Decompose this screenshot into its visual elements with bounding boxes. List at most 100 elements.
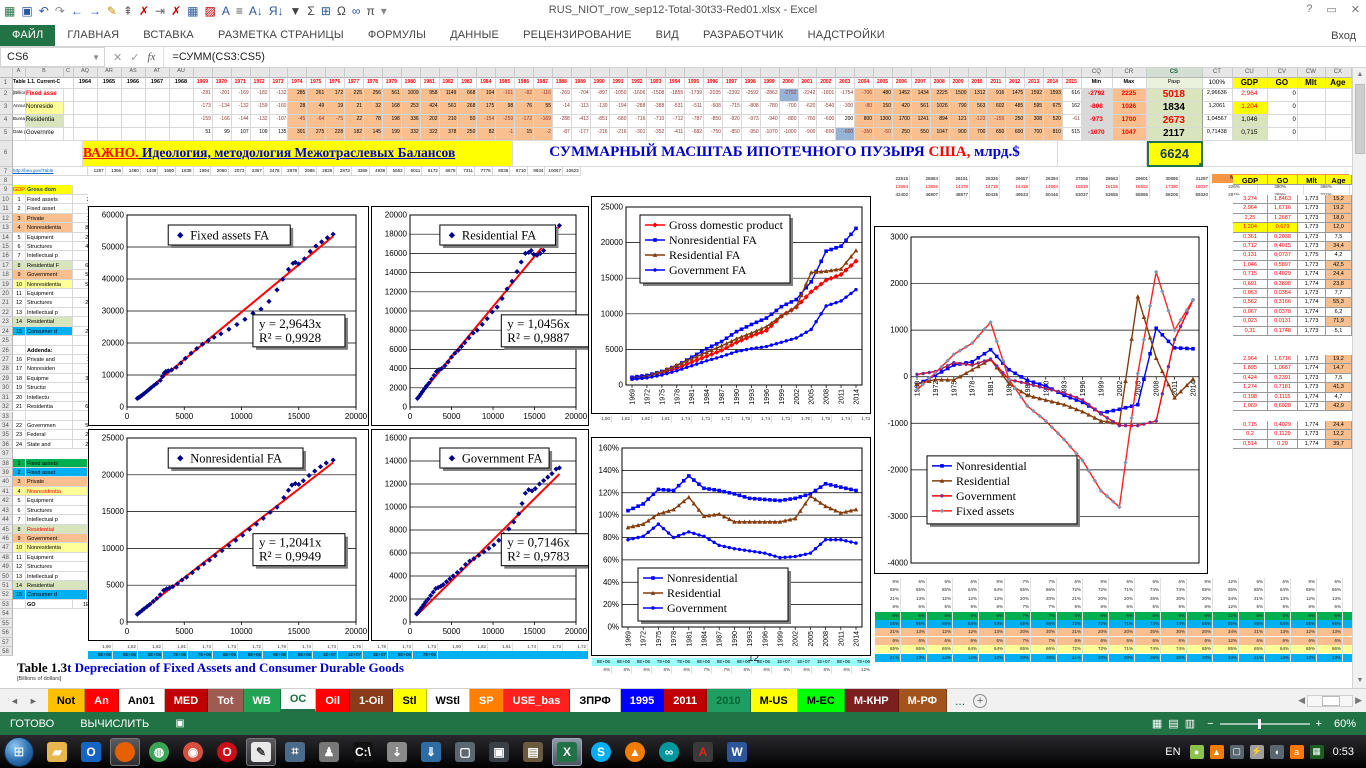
- delete-col-icon[interactable]: ✗: [171, 5, 181, 17]
- left-label-value[interactable]: 626,0: [73, 261, 88, 270]
- year-cell[interactable]: 1996: [704, 78, 723, 89]
- tiny-value[interactable]: 65%: [1239, 586, 1265, 594]
- tiny-value[interactable]: 6%: [1161, 612, 1187, 620]
- bea-link[interactable]: http://bea.gov/iTable: [13, 167, 88, 176]
- tiny-value[interactable]: 1,76: [792, 415, 812, 423]
- left-label-text[interactable]: Gross dom: [26, 185, 73, 194]
- left-label-num[interactable]: 3: [13, 214, 26, 223]
- value-cell[interactable]: -134: [213, 102, 232, 115]
- value-cell[interactable]: -2792: [780, 89, 799, 102]
- col-header-year[interactable]: [874, 68, 893, 78]
- tiny-value[interactable]: 1,82: [113, 643, 138, 651]
- col-header-year[interactable]: [855, 68, 874, 78]
- tiny-value[interactable]: 6%: [979, 603, 1005, 611]
- sort-az-icon[interactable]: А↓: [249, 5, 263, 17]
- tiny-value[interactable]: 66%: [1317, 620, 1343, 628]
- row-number[interactable]: 6: [0, 141, 13, 167]
- right-table-cell[interactable]: 0,712: [1233, 242, 1268, 251]
- row-label[interactable]: Residentia: [26, 115, 64, 128]
- tiny-value[interactable]: 2826: [317, 167, 335, 176]
- tiny-value[interactable]: 12%: [1213, 612, 1239, 620]
- value-cell[interactable]: -1801: [817, 89, 836, 102]
- tiny-value[interactable]: 6%: [752, 666, 772, 674]
- right-table-cell[interactable]: 71,9: [1326, 317, 1352, 326]
- tiny-value[interactable]: 6%: [1109, 637, 1135, 645]
- tiny-value[interactable]: 71%: [1109, 586, 1135, 594]
- sheet-tab-Not[interactable]: Not: [48, 689, 85, 712]
- right-table-cell[interactable]: 0,1748: [1268, 327, 1298, 336]
- tiny-value[interactable]: 10623: [563, 167, 581, 176]
- year-cell[interactable]: 1993: [647, 78, 666, 89]
- tiny-value[interactable]: 1,82: [463, 643, 488, 651]
- right-table-cell[interactable]: 7,5: [1326, 233, 1352, 242]
- tiny-value[interactable]: 6%: [1135, 612, 1161, 620]
- col-header-AQ[interactable]: AQ: [74, 68, 98, 78]
- tiny-value[interactable]: 6%: [1265, 612, 1291, 620]
- left-label-num[interactable]: 9: [13, 270, 26, 279]
- left-label-value[interactable]: 516,5: [73, 270, 88, 279]
- left-label-num[interactable]: [13, 346, 26, 355]
- sheet-tab-М-РФ[interactable]: М-РФ: [899, 689, 947, 712]
- row-number[interactable]: 15: [0, 242, 13, 251]
- sheet-tab-USE_bas[interactable]: USE_bas: [504, 689, 571, 712]
- value-cell[interactable]: -2: [534, 128, 553, 141]
- row-number[interactable]: 26: [0, 346, 13, 355]
- tiny-value[interactable]: 22815: [880, 175, 910, 183]
- chart-government-fa[interactable]: 0200040006000800010000120001400016000050…: [371, 429, 589, 641]
- right-table-cell[interactable]: 1,774: [1298, 308, 1326, 317]
- tiny-value[interactable]: 7%: [1005, 637, 1031, 645]
- left-label-text[interactable]: Structures: [26, 298, 73, 307]
- tiny-value[interactable]: 65%: [1291, 620, 1317, 628]
- value-cell[interactable]: 150: [874, 102, 893, 115]
- stat-header-go[interactable]: GO: [1268, 78, 1298, 89]
- value-cell[interactable]: -1606: [628, 89, 647, 102]
- year-cell[interactable]: 2010: [969, 78, 988, 89]
- row-number[interactable]: 33: [0, 412, 13, 421]
- arduino-icon[interactable]: ∞: [654, 738, 684, 766]
- tiny-value[interactable]: 6%: [1317, 612, 1343, 620]
- tiny-value[interactable]: 2478: [264, 167, 282, 176]
- tiny-value[interactable]: 20%: [1109, 595, 1135, 603]
- tiny-value[interactable]: 74%: [1161, 620, 1187, 628]
- chart-residential-fa[interactable]: 0200040006000800010000120001400016000180…: [371, 206, 589, 426]
- value-cell[interactable]: -169: [232, 89, 251, 102]
- value-cell[interactable]: -130: [591, 102, 610, 115]
- col-header-CQ[interactable]: CQ: [1082, 68, 1113, 78]
- tiny-value[interactable]: 30%: [1161, 595, 1187, 603]
- tiny-value[interactable]: 7776: [475, 167, 493, 176]
- year-cell[interactable]: 1969: [194, 78, 213, 89]
- row-number[interactable]: 43: [0, 506, 13, 515]
- sheet-next-icon[interactable]: ►: [29, 696, 38, 706]
- value-cell[interactable]: 22: [345, 115, 364, 128]
- tiny-value[interactable]: 1,81: [488, 643, 513, 651]
- value-cell[interactable]: -201: [213, 89, 232, 102]
- tiny-value[interactable]: 20%: [1005, 595, 1031, 603]
- col-header-AT[interactable]: AT: [146, 68, 170, 78]
- sheet-tab-1995[interactable]: 1995: [621, 689, 664, 712]
- year-cell[interactable]: 1971: [232, 78, 251, 89]
- excel-icon[interactable]: X: [552, 738, 582, 766]
- tiny-value[interactable]: 6%: [927, 637, 953, 645]
- forward-icon[interactable]: →: [89, 5, 101, 17]
- year-cell[interactable]: 1968: [170, 78, 194, 89]
- tiny-value[interactable]: 9634: [528, 167, 546, 176]
- value-cell[interactable]: 1452: [893, 89, 912, 102]
- tiny-value[interactable]: 6%: [1161, 603, 1187, 611]
- year-cell[interactable]: 1980: [402, 78, 421, 89]
- tiny-value[interactable]: 6%: [1291, 578, 1317, 586]
- row-number[interactable]: 19: [0, 280, 13, 289]
- value-cell[interactable]: -182: [251, 89, 270, 102]
- value-cell[interactable]: -704: [572, 89, 591, 102]
- row-number[interactable]: 5: [0, 128, 13, 141]
- tiny-value[interactable]: 34%: [1213, 654, 1239, 662]
- zoom-in-icon[interactable]: +: [1316, 718, 1322, 730]
- zoom-out-icon[interactable]: −: [1207, 718, 1213, 730]
- right-table-cell[interactable]: 19,2: [1326, 355, 1352, 364]
- cv-cell[interactable]: 0: [1268, 128, 1298, 141]
- row-number[interactable]: 22: [0, 308, 13, 317]
- row-number[interactable]: 41: [0, 487, 13, 496]
- value-cell[interactable]: -216: [591, 128, 610, 141]
- tiny-value[interactable]: 6%: [1291, 612, 1317, 620]
- col-header-year[interactable]: [1063, 68, 1082, 78]
- tiny-value[interactable]: 8E+06: [592, 658, 612, 666]
